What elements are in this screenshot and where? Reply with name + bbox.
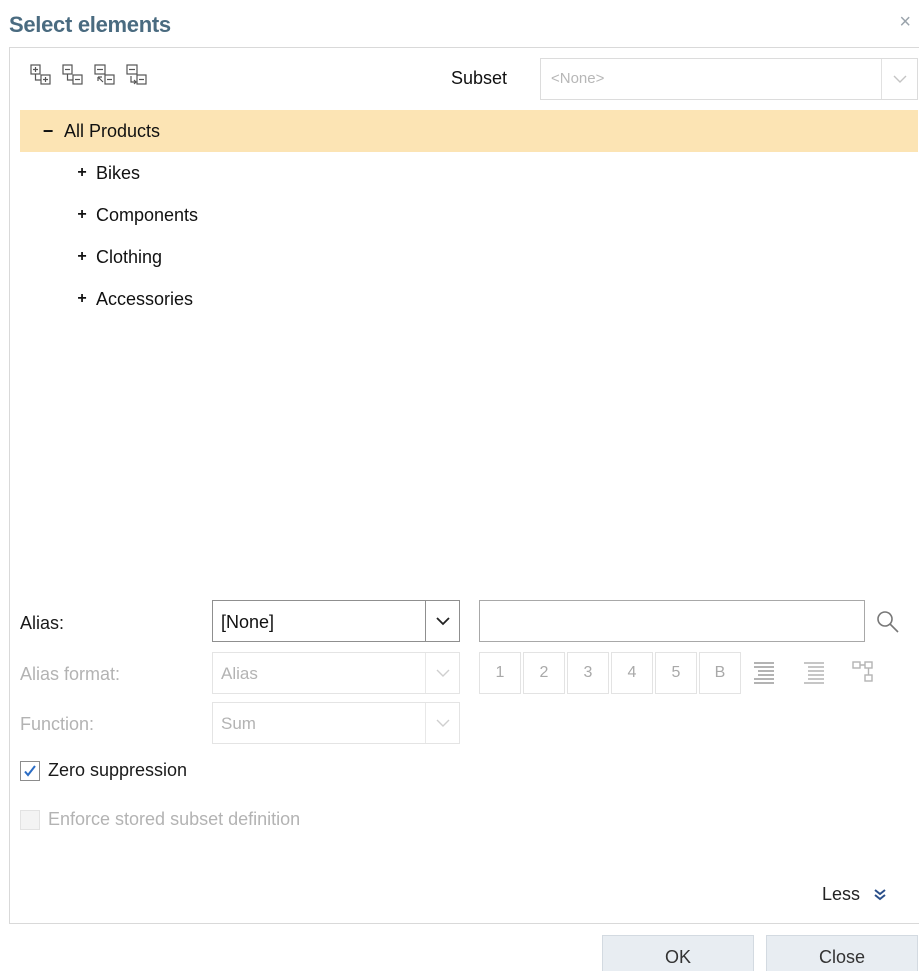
subset-select[interactable]: <None> bbox=[540, 58, 918, 100]
close-icon[interactable]: × bbox=[899, 12, 911, 32]
less-label: Less bbox=[822, 884, 861, 904]
alias-select-value: [None] bbox=[221, 612, 275, 632]
checkbox[interactable] bbox=[20, 809, 40, 830]
chevron-down-icon[interactable] bbox=[425, 601, 459, 641]
alias-format-select[interactable]: Alias bbox=[212, 652, 460, 694]
search-icon[interactable] bbox=[874, 608, 902, 636]
less-toggle[interactable]: Less bbox=[822, 884, 886, 905]
function-label: Function: bbox=[20, 714, 95, 734]
format-button-1[interactable]: 1 bbox=[479, 652, 521, 694]
format-button-3[interactable]: 3 bbox=[567, 652, 609, 694]
chevron-down-icon[interactable] bbox=[425, 703, 459, 743]
tree-item-bikes[interactable]: + Bikes bbox=[20, 152, 918, 194]
tree-item-all-products[interactable]: − All Products bbox=[20, 110, 918, 152]
subset-label: Subset bbox=[451, 68, 508, 88]
alias-format-label: Alias format: bbox=[20, 664, 121, 684]
dialog-title: Select elements bbox=[9, 12, 171, 37]
tree-item-label: Components bbox=[96, 204, 199, 225]
alias-label: Alias: bbox=[20, 613, 65, 633]
checkbox[interactable] bbox=[20, 760, 40, 781]
chevron-double-up-icon bbox=[874, 888, 886, 900]
enforce-subset-checkbox[interactable]: Enforce stored subset definition bbox=[20, 809, 300, 830]
tree-item-clothing[interactable]: + Clothing bbox=[20, 236, 918, 278]
tree-item-label: Accessories bbox=[96, 288, 194, 309]
expand-selected-icon[interactable] bbox=[92, 62, 118, 88]
alias-search-input[interactable] bbox=[479, 600, 865, 642]
expand-icon[interactable]: + bbox=[74, 206, 90, 224]
enforce-subset-label: Enforce stored subset definition bbox=[48, 809, 301, 829]
subset-select-value: <None> bbox=[551, 70, 605, 87]
chevron-down-icon[interactable] bbox=[881, 59, 917, 99]
expand-icon[interactable]: + bbox=[74, 164, 90, 182]
alias-format-buttons: 1 2 3 4 5 B bbox=[479, 652, 741, 694]
alias-select[interactable]: [None] bbox=[212, 600, 460, 642]
format-button-b[interactable]: B bbox=[699, 652, 741, 694]
tree-item-label: Clothing bbox=[96, 246, 163, 267]
zero-suppression-checkbox[interactable]: Zero suppression bbox=[20, 760, 187, 781]
function-select[interactable]: Sum bbox=[212, 702, 460, 744]
tree-item-label: Bikes bbox=[96, 162, 141, 183]
format-extra-icons bbox=[750, 658, 878, 691]
tree-item-accessories[interactable]: + Accessories bbox=[20, 278, 918, 320]
expand-icon[interactable]: + bbox=[74, 248, 90, 266]
tree-item-components[interactable]: + Components bbox=[20, 194, 918, 236]
collapse-selected-icon[interactable] bbox=[124, 62, 150, 88]
expand-all-icon[interactable] bbox=[28, 62, 54, 88]
indent-list-icon[interactable] bbox=[750, 658, 778, 691]
function-value: Sum bbox=[221, 714, 256, 733]
outdent-list-icon[interactable] bbox=[800, 658, 828, 691]
element-tree: − All Products + Bikes + Components + Cl… bbox=[20, 110, 918, 320]
tree-item-label: All Products bbox=[64, 120, 161, 141]
format-button-4[interactable]: 4 bbox=[611, 652, 653, 694]
alias-format-value: Alias bbox=[221, 664, 258, 683]
format-button-5[interactable]: 5 bbox=[655, 652, 697, 694]
chevron-down-icon[interactable] bbox=[425, 653, 459, 693]
format-button-2[interactable]: 2 bbox=[523, 652, 565, 694]
zero-suppression-label: Zero suppression bbox=[48, 760, 188, 780]
collapse-all-icon[interactable] bbox=[60, 62, 86, 88]
collapse-icon[interactable]: − bbox=[40, 121, 56, 142]
expand-icon[interactable]: + bbox=[74, 290, 90, 308]
hierarchy-icon[interactable] bbox=[850, 658, 878, 691]
tree-toolbar bbox=[28, 62, 150, 88]
dialog-panel: Subset <None> − All Products + Bikes + C… bbox=[9, 47, 919, 924]
close-button[interactable]: Close bbox=[766, 935, 918, 971]
ok-button[interactable]: OK bbox=[602, 935, 754, 971]
